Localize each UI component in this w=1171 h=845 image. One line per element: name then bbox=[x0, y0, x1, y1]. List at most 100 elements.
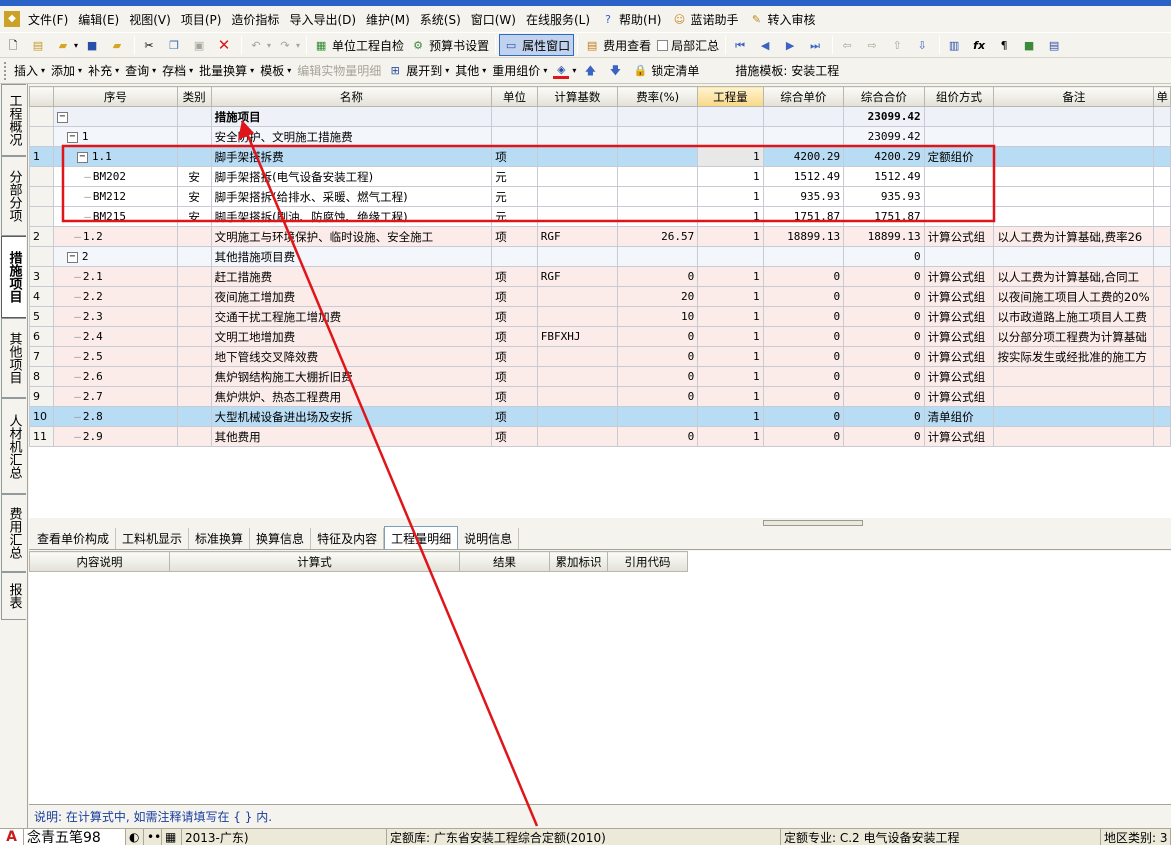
cell-price[interactable]: 0 bbox=[762, 406, 845, 427]
cell-method[interactable]: 计算公式组 bbox=[923, 346, 995, 367]
cell-seq[interactable]: —2.3 bbox=[52, 306, 178, 327]
cell-method[interactable]: 计算公式组 bbox=[923, 426, 995, 447]
cell-base[interactable] bbox=[536, 146, 619, 167]
side-tab-3[interactable]: 其他项目 bbox=[1, 318, 26, 398]
cell-unit[interactable]: 项 bbox=[491, 386, 538, 407]
delete-button[interactable]: ✕ bbox=[213, 34, 238, 56]
save-button[interactable]: ■ bbox=[81, 34, 106, 56]
menu-item-1[interactable]: 编辑(E) bbox=[73, 8, 124, 30]
cell-total[interactable]: 18899.13 bbox=[843, 226, 925, 247]
table-row[interactable]: — BM212 安脚手架搭拆(给排水、采暖、燃气工程) 元 1 935.93 935.93 bbox=[29, 186, 1171, 207]
cell-total[interactable]: 0 bbox=[843, 386, 925, 407]
ime-punct-icon[interactable]: •• bbox=[144, 829, 162, 845]
budget-settings-button[interactable]: ⚙ 预算书设置 bbox=[407, 34, 492, 56]
cell-rate[interactable] bbox=[617, 126, 699, 147]
cell-total[interactable]: 0 bbox=[843, 266, 925, 287]
lock-list-button[interactable]: 🔒 锁定清单 bbox=[629, 60, 702, 82]
new-button[interactable]: ▤ bbox=[27, 34, 52, 56]
cell-base[interactable] bbox=[536, 166, 619, 187]
cell-total[interactable]: 0 bbox=[843, 246, 925, 267]
row-number[interactable]: 6 bbox=[29, 326, 54, 347]
cell-note[interactable]: 以夜间施工项目人工费的20% bbox=[993, 286, 1155, 307]
cell-total[interactable]: 0 bbox=[843, 306, 925, 327]
cell-seq[interactable]: −2 bbox=[52, 246, 178, 267]
table-row[interactable]: 10—2.8 大型机械设备进出场及安拆项 1 0 0 清单组价 bbox=[29, 406, 1171, 427]
cell-method[interactable]: 计算公式组 bbox=[923, 266, 995, 287]
cell-rate[interactable] bbox=[617, 146, 699, 167]
menu-item-6[interactable]: 维护(M) bbox=[361, 8, 415, 30]
cell-extra[interactable] bbox=[1153, 126, 1171, 147]
cell-base[interactable] bbox=[536, 286, 619, 307]
cell-unit[interactable]: 项 bbox=[491, 366, 538, 387]
cell-note[interactable]: 以人工费为计算基础,费率26 bbox=[993, 226, 1155, 247]
formula-button[interactable]: fx bbox=[968, 34, 993, 56]
bottom-tab-6[interactable]: 说明信息 bbox=[458, 528, 520, 549]
cell-extra[interactable] bbox=[1153, 246, 1171, 267]
cell-total[interactable]: 23099.42 bbox=[843, 126, 925, 147]
cell-price[interactable]: 0 bbox=[762, 266, 845, 287]
cell-name[interactable]: 地下管线交叉降效费 bbox=[210, 346, 493, 367]
cell-method[interactable] bbox=[923, 186, 995, 207]
row-number[interactable] bbox=[29, 126, 54, 147]
cell-seq[interactable]: −1.1 bbox=[52, 146, 178, 167]
column-header-6[interactable]: 费率(%) bbox=[617, 86, 699, 107]
table-row[interactable]: — BM215 安脚手架搭拆(刷油、防腐蚀、绝缘工程) 元 1 1751.87 1751.8… bbox=[29, 206, 1171, 227]
cell-unit[interactable]: 项 bbox=[491, 226, 538, 247]
cell-name[interactable]: 交通干扰工程施工增加费 bbox=[210, 306, 493, 327]
cell-price[interactable] bbox=[762, 246, 845, 267]
row-number[interactable] bbox=[29, 166, 54, 187]
cell-note[interactable] bbox=[993, 126, 1155, 147]
cell-price[interactable]: 1751.87 bbox=[762, 206, 845, 227]
cell-qty[interactable]: 1 bbox=[697, 346, 764, 367]
cell-name[interactable]: 脚手架搭拆(刷油、防腐蚀、绝缘工程) bbox=[210, 206, 493, 227]
move-down-button[interactable]: ⇩ bbox=[911, 34, 936, 56]
cell-unit[interactable] bbox=[491, 106, 538, 127]
cell-price[interactable]: 0 bbox=[762, 326, 845, 347]
cell-note[interactable] bbox=[993, 146, 1155, 167]
cell-note[interactable] bbox=[993, 366, 1155, 387]
cell-qty[interactable]: 1 bbox=[697, 386, 764, 407]
cell-qty[interactable]: 1 bbox=[697, 206, 764, 227]
cell-qty[interactable]: 1 bbox=[697, 266, 764, 287]
cell-seq[interactable]: −1 bbox=[52, 126, 178, 147]
menu-item-2[interactable]: 视图(V) bbox=[124, 8, 176, 30]
cell-extra[interactable] bbox=[1153, 366, 1171, 387]
cell-name[interactable]: 焦炉烘炉、热态工程费用 bbox=[210, 386, 493, 407]
cell-name[interactable]: 夜间施工增加费 bbox=[210, 286, 493, 307]
cell-name[interactable]: 脚手架搭拆(给排水、采暖、燃气工程) bbox=[210, 186, 493, 207]
cell-unit[interactable]: 项 bbox=[491, 406, 538, 427]
column-header-2[interactable]: 类别 bbox=[176, 86, 212, 107]
menu-item-3[interactable]: 项目(P) bbox=[176, 8, 227, 30]
table-row[interactable]: − 措施项目 23099.42 bbox=[29, 106, 1171, 127]
cell-unit[interactable]: 项 bbox=[491, 266, 538, 287]
cube-button[interactable]: ■ bbox=[1018, 34, 1043, 56]
cell-unit[interactable]: 项 bbox=[491, 146, 538, 167]
column-header-11[interactable]: 备注 bbox=[993, 86, 1155, 107]
cell-name[interactable]: 其他措施项目费 bbox=[210, 246, 493, 267]
undo-button[interactable]: ↶ ▾ bbox=[245, 34, 274, 56]
cell-extra[interactable] bbox=[1153, 166, 1171, 187]
column-header-12[interactable]: 单 bbox=[1153, 86, 1171, 107]
cell-qty[interactable]: 1 bbox=[697, 326, 764, 347]
cell-total[interactable]: 4200.29 bbox=[843, 146, 925, 167]
cell-unit[interactable]: 项 bbox=[491, 286, 538, 307]
cell-base[interactable] bbox=[536, 406, 619, 427]
cell-extra[interactable] bbox=[1153, 206, 1171, 227]
other-button[interactable]: 其他 ▾ bbox=[452, 60, 489, 82]
cell-method[interactable] bbox=[923, 246, 995, 267]
copy-button[interactable]: ❐ bbox=[163, 34, 188, 56]
cell-cat[interactable] bbox=[176, 386, 212, 407]
cell-seq[interactable]: —2.6 bbox=[52, 366, 178, 387]
open-button[interactable]: ▰ ▾ bbox=[52, 34, 81, 56]
cell-qty[interactable]: 1 bbox=[697, 366, 764, 387]
cell-cat[interactable] bbox=[176, 266, 212, 287]
cell-price[interactable] bbox=[762, 126, 845, 147]
cell-method[interactable] bbox=[923, 206, 995, 227]
cell-extra[interactable] bbox=[1153, 346, 1171, 367]
cell-qty[interactable]: 1 bbox=[697, 286, 764, 307]
cell-total[interactable]: 1512.49 bbox=[843, 166, 925, 187]
cell-seq[interactable]: —1.2 bbox=[52, 226, 178, 247]
cell-rate[interactable]: 0 bbox=[617, 326, 699, 347]
cell-total[interactable]: 0 bbox=[843, 366, 925, 387]
cell-name[interactable]: 安全防护、文明施工措施费 bbox=[210, 126, 493, 147]
